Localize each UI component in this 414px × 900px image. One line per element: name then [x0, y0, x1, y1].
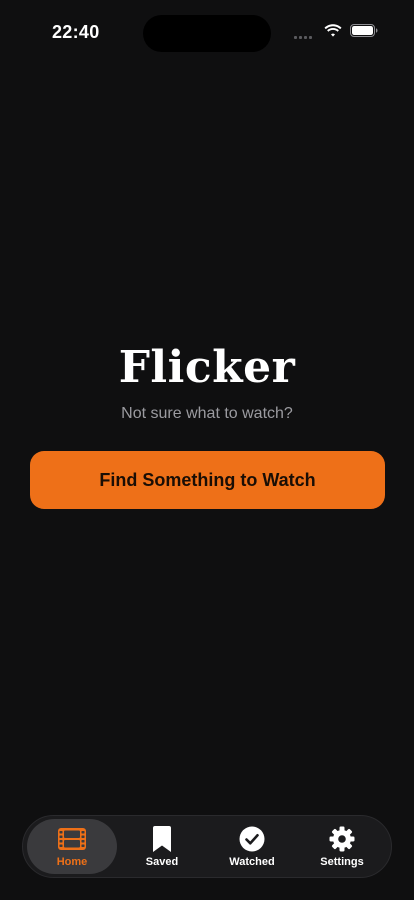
wifi-icon: [324, 24, 342, 42]
hero-section: Flicker Not sure what to watch?: [0, 340, 414, 424]
checkmark-circle-icon: [237, 826, 267, 852]
find-something-button[interactable]: Find Something to Watch: [30, 451, 385, 509]
cellular-signal-icon: [294, 27, 312, 39]
tab-label: Settings: [320, 855, 364, 868]
gear-icon: [327, 826, 357, 852]
tab-label: Saved: [145, 855, 179, 868]
app-title: Flicker: [118, 342, 296, 393]
tab-watched[interactable]: Watched: [207, 819, 297, 874]
bookmark-icon: [147, 825, 177, 852]
app-subtitle: Not sure what to watch?: [121, 405, 293, 422]
tab-bar: Home Saved Watched Settings: [22, 815, 392, 878]
dynamic-island: [143, 15, 271, 52]
tab-label: Home: [56, 855, 88, 868]
battery-icon: [350, 24, 378, 42]
status-time: 22:40: [52, 22, 100, 42]
status-bar: 22:40: [0, 0, 414, 60]
tab-saved[interactable]: Saved: [117, 819, 207, 874]
tab-label: Watched: [229, 855, 275, 868]
status-indicators: [294, 24, 378, 42]
tab-settings[interactable]: Settings: [297, 819, 387, 874]
film-icon: [57, 826, 87, 852]
tab-home[interactable]: Home: [27, 819, 117, 874]
